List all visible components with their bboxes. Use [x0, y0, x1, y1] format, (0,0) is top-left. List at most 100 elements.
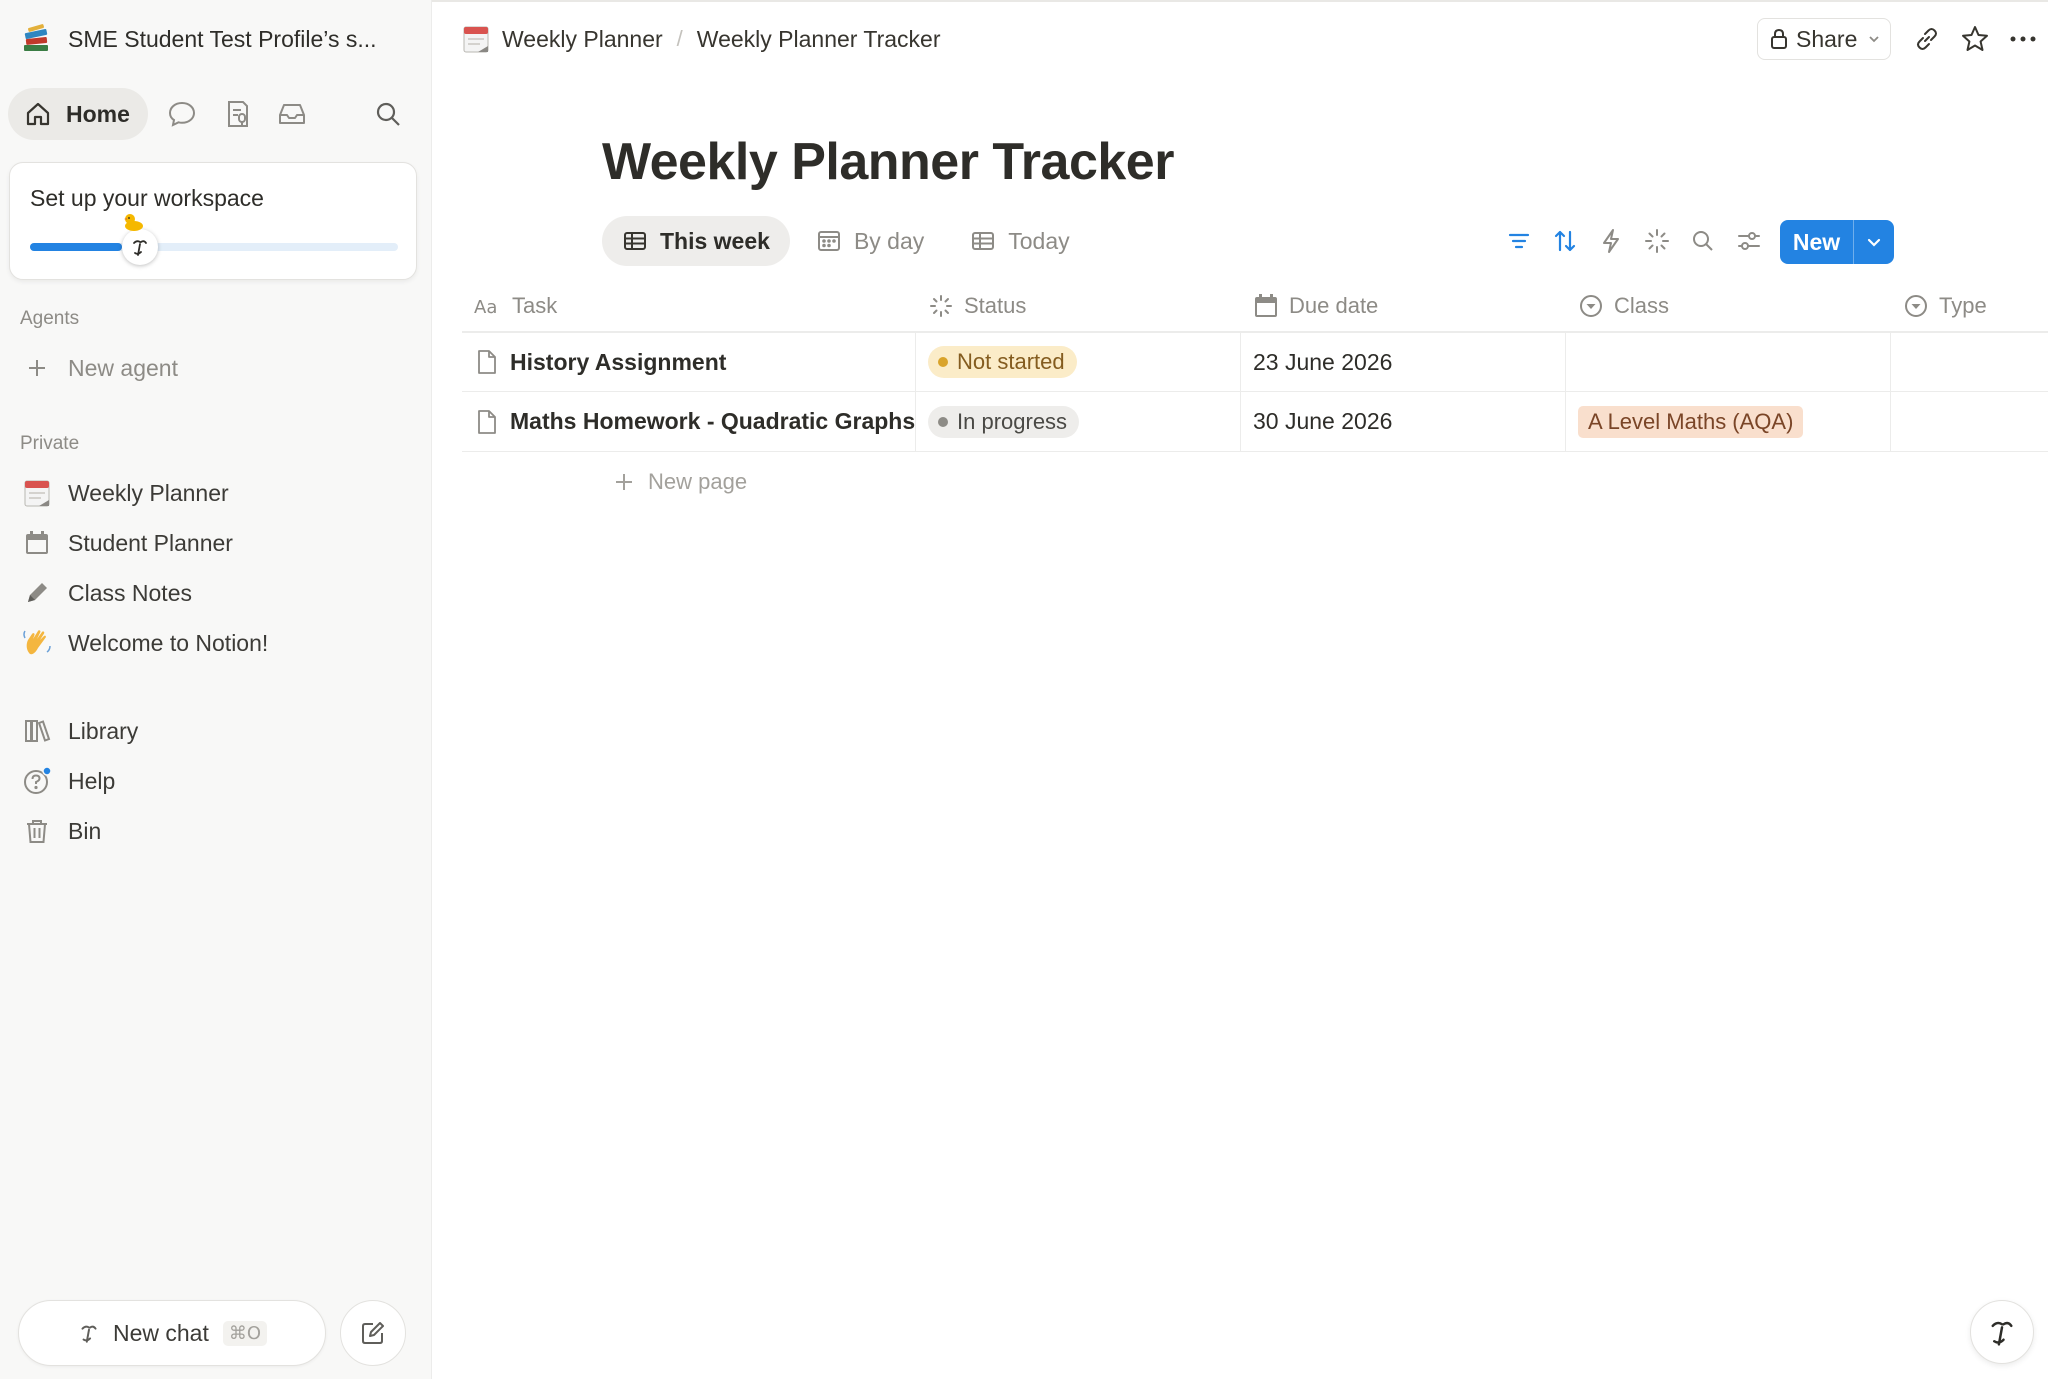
status-badge[interactable]: In progress [928, 405, 1080, 438]
status-spinner-icon [928, 293, 954, 319]
star-icon[interactable] [1960, 24, 1990, 54]
workspace-switcher[interactable]: SME Student Test Profile’s s... [20, 20, 420, 58]
svg-text:Aa: Aa [474, 297, 497, 317]
table-icon [622, 228, 648, 254]
breadcrumb-parent[interactable]: Weekly Planner [502, 26, 663, 53]
task-name[interactable]: History Assignment [510, 349, 726, 376]
sidebar-item-label: Welcome to Notion! [68, 629, 269, 656]
new-record-button[interactable]: New [1780, 220, 1894, 264]
agents-section-label: Agents [20, 308, 80, 329]
ai-sparkle-icon[interactable] [1642, 226, 1672, 256]
books-stack-icon [20, 23, 52, 55]
view-tab-by-day[interactable]: By day [796, 216, 944, 266]
task-cell[interactable]: Maths Homework - Quadratic Graphs [462, 392, 916, 451]
calendar-icon [1253, 293, 1279, 319]
view-settings-icon[interactable] [1734, 226, 1764, 256]
class-cell[interactable] [1566, 333, 1891, 391]
sidebar-item-student-planner[interactable]: Student Planner [20, 521, 420, 565]
duck-icon [122, 212, 144, 232]
new-chat-button[interactable]: New chat ⌘O [18, 1300, 326, 1366]
view-tab-label: By day [853, 227, 925, 254]
task-name[interactable]: Maths Homework - Quadratic Graphs [510, 408, 915, 435]
view-tab-this-week[interactable]: This week [602, 216, 790, 266]
table-row[interactable]: History Assignment Not started 23 June 2… [462, 332, 2048, 392]
calendar-icon [20, 526, 54, 560]
page-document-icon [474, 408, 500, 436]
meeting-notes-icon[interactable] [222, 98, 254, 130]
compose-edit-icon [359, 1319, 387, 1347]
status-dot [938, 357, 948, 367]
automation-lightning-icon[interactable] [1596, 226, 1626, 256]
sidebar-item-class-notes[interactable]: Class Notes [20, 571, 420, 615]
due-date-cell[interactable]: 30 June 2026 [1241, 392, 1566, 451]
notion-ai-button[interactable] [1970, 1300, 2034, 1364]
compose-button[interactable] [340, 1300, 406, 1366]
workspace-setup-card[interactable]: Set up your workspace [9, 162, 417, 280]
new-page-button[interactable]: New page [614, 462, 747, 502]
chevron-down-icon [1865, 233, 1883, 251]
top-border [432, 0, 2048, 2]
class-tag[interactable]: A Level Maths (AQA) [1578, 405, 1804, 438]
table-icon [970, 228, 996, 254]
sidebar-item-welcome[interactable]: Welcome to Notion! [20, 621, 420, 665]
new-page-label: New page [648, 469, 748, 494]
pencil-icon [20, 576, 54, 610]
more-options-icon[interactable] [2008, 24, 2038, 54]
page-title[interactable]: Weekly Planner Tracker [602, 132, 1174, 192]
title-aa-icon: Aa [474, 295, 502, 317]
main-content: Weekly Planner / Weekly Planner Tracker … [432, 0, 2048, 1379]
setup-title: Set up your workspace [30, 185, 264, 211]
sort-icon[interactable] [1550, 226, 1580, 256]
sidebar-item-bin[interactable]: Bin [20, 809, 420, 853]
breadcrumb: Weekly Planner / Weekly Planner Tracker [462, 22, 941, 56]
column-header-label: Task [512, 292, 558, 318]
column-header-due-date[interactable]: Due date [1241, 280, 1566, 331]
view-tab-today[interactable]: Today [950, 216, 1089, 266]
column-header-class[interactable]: Class [1566, 280, 1891, 331]
status-badge[interactable]: Not started [928, 346, 1077, 378]
sidebar-item-help[interactable]: Help [20, 759, 420, 803]
column-header-label: Status [964, 292, 1027, 318]
status-cell[interactable]: Not started [916, 333, 1241, 391]
new-button-label[interactable]: New [1780, 220, 1854, 264]
sidebar-item-library[interactable]: Library [20, 709, 420, 753]
type-cell[interactable] [1891, 392, 2048, 451]
column-header-type[interactable]: Type [1891, 280, 2048, 331]
library-icon [20, 714, 54, 748]
new-agent-button[interactable]: New agent [20, 346, 420, 390]
sidebar-item-weekly-planner[interactable]: Weekly Planner [20, 471, 420, 515]
status-cell[interactable]: In progress [916, 392, 1241, 451]
new-button-dropdown[interactable] [1854, 220, 1894, 264]
sidebar-item-label: Library [68, 717, 139, 744]
link-icon[interactable] [1912, 24, 1942, 54]
help-icon [20, 764, 54, 798]
chat-bubble-icon[interactable] [166, 98, 198, 130]
inbox-icon[interactable] [276, 98, 308, 130]
class-cell[interactable]: A Level Maths (AQA) [1566, 392, 1891, 451]
table-row[interactable]: Maths Homework - Quadratic Graphs In pro… [462, 392, 2048, 452]
filter-icon[interactable] [1504, 226, 1534, 256]
calendar-icon [816, 228, 842, 254]
column-header-status[interactable]: Status [916, 280, 1241, 331]
task-cell[interactable]: History Assignment [462, 333, 916, 391]
column-header-task[interactable]: Aa Task [462, 280, 916, 331]
search-icon[interactable] [372, 98, 404, 130]
view-tab-label: This week [660, 227, 770, 254]
new-chat-label: New chat [112, 1319, 209, 1346]
type-cell[interactable] [1891, 333, 2048, 391]
share-button[interactable]: Share [1757, 18, 1891, 60]
setup-progress-bar [30, 243, 398, 251]
sidebar-item-label: Help [68, 767, 116, 794]
home-button[interactable]: Home [8, 88, 148, 140]
lock-icon [1770, 28, 1788, 50]
breadcrumb-separator: / [676, 26, 683, 51]
home-icon [24, 100, 52, 128]
sidebar-item-label: Class Notes [68, 579, 192, 606]
workspace-name: SME Student Test Profile’s s... [68, 25, 377, 52]
breadcrumb-current[interactable]: Weekly Planner Tracker [697, 26, 941, 53]
status-label: Not started [957, 349, 1065, 374]
private-section-label: Private [20, 433, 80, 454]
due-date-cell[interactable]: 23 June 2026 [1241, 333, 1566, 391]
plus-icon [614, 472, 634, 492]
search-icon[interactable] [1688, 226, 1718, 256]
